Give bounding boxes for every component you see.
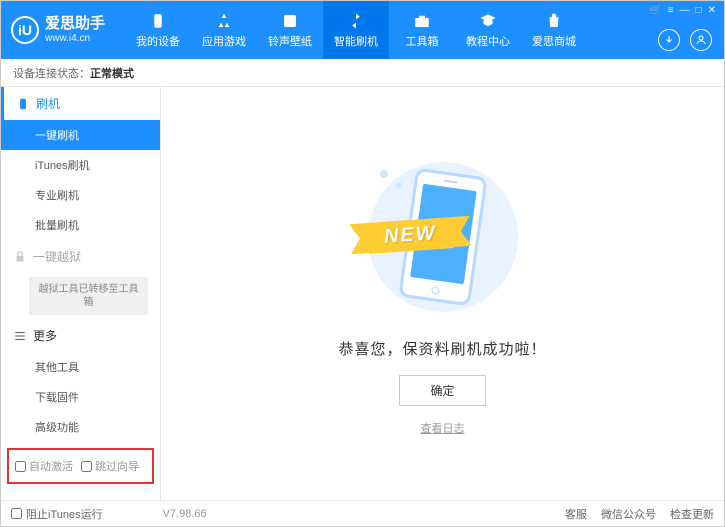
phone-icon xyxy=(11,498,21,500)
nav-store[interactable]: 爱思商城 xyxy=(521,1,587,59)
block-itunes-checkbox[interactable]: 阻止iTunes运行 xyxy=(11,506,103,522)
sidebar-item-other[interactable]: 其他工具 xyxy=(1,352,160,382)
sidebar-item-pro[interactable]: 专业刷机 xyxy=(1,180,160,210)
nav-my-device[interactable]: 我的设备 xyxy=(125,1,191,59)
close-icon[interactable]: ✕ xyxy=(708,5,716,16)
footer-links: 客服 微信公众号 检查更新 xyxy=(565,506,714,522)
auto-activate-checkbox[interactable]: 自动激活 xyxy=(15,458,73,474)
app-name: 爱思助手 xyxy=(45,16,105,33)
sidebar: 刷机 一键刷机 iTunes刷机 专业刷机 批量刷机 一键越狱 越狱工具已转移至… xyxy=(1,87,161,500)
toolbox-icon xyxy=(413,12,431,30)
maximize-icon[interactable]: □ xyxy=(696,5,702,16)
ok-button[interactable]: 确定 xyxy=(399,375,485,406)
device-name-text: iPhone 15 Pro Max xyxy=(25,499,119,500)
checkbox-label: 跳过向导 xyxy=(95,458,139,474)
sidebar-head-jailbreak[interactable]: 一键越狱 xyxy=(1,240,160,273)
sidebar-item-download[interactable]: 下载固件 xyxy=(1,382,160,412)
sidebar-head-label: 一键越狱 xyxy=(33,248,81,265)
footer-link-support[interactable]: 客服 xyxy=(565,506,587,522)
sidebar-head-label: 更多 xyxy=(33,327,57,344)
nav-label: 智能刷机 xyxy=(334,33,378,49)
nav-label: 铃声壁纸 xyxy=(268,33,312,49)
store-icon xyxy=(545,12,563,30)
user-button[interactable] xyxy=(690,29,712,51)
sidebar-item-oneclick[interactable]: 一键刷机 xyxy=(1,120,160,150)
sidebar-head-flash[interactable]: 刷机 xyxy=(1,87,160,120)
nav-ringtone[interactable]: 铃声壁纸 xyxy=(257,1,323,59)
skip-guide-checkbox[interactable]: 跳过向导 xyxy=(81,458,139,474)
top-nav: 我的设备 应用游戏 铃声壁纸 智能刷机 工具箱 教程中心 爱思商城 xyxy=(125,1,587,59)
sidebar-item-advanced[interactable]: 高级功能 xyxy=(1,412,160,442)
header-actions xyxy=(658,29,712,51)
tutorial-icon xyxy=(479,12,497,30)
lock-icon xyxy=(13,250,27,264)
checkbox-label: 阻止iTunes运行 xyxy=(26,506,103,522)
footer-link-update[interactable]: 检查更新 xyxy=(670,506,714,522)
view-log-link[interactable]: 查看日志 xyxy=(421,420,465,436)
sidebar-head-label: 刷机 xyxy=(36,95,60,112)
footer: 阻止iTunes运行 V7.98.66 客服 微信公众号 检查更新 xyxy=(1,500,724,526)
status-label: 设备连接状态： xyxy=(13,65,90,81)
new-ribbon: NEW xyxy=(367,217,454,254)
app-url: www.i4.cn xyxy=(45,33,105,44)
status-bar: 设备连接状态： 正常模式 xyxy=(1,59,724,87)
jailbreak-note: 越狱工具已转移至工具箱 xyxy=(29,277,148,315)
success-message: 恭喜您，保资料刷机成功啦！ xyxy=(338,338,546,359)
sidebar-item-batch[interactable]: 批量刷机 xyxy=(1,210,160,240)
sidebar-item-itunes[interactable]: iTunes刷机 xyxy=(1,150,160,180)
body: 刷机 一键刷机 iTunes刷机 专业刷机 批量刷机 一键越狱 越狱工具已转移至… xyxy=(1,87,724,500)
nav-label: 爱思商城 xyxy=(532,33,576,49)
nav-label: 应用游戏 xyxy=(202,33,246,49)
window-controls: 🛒 ≡ — □ ✕ xyxy=(649,5,716,16)
nav-label: 我的设备 xyxy=(136,33,180,49)
nav-tutorial[interactable]: 教程中心 xyxy=(455,1,521,59)
flash-icon xyxy=(347,12,365,30)
version-text: V7.98.66 xyxy=(163,508,207,520)
cart-icon[interactable]: 🛒 xyxy=(649,5,661,16)
flash-icon xyxy=(16,97,30,111)
logo-icon: iU xyxy=(11,16,39,44)
main-content: NEW 恭喜您，保资料刷机成功啦！ 确定 查看日志 xyxy=(161,87,724,500)
checkbox-label: 自动激活 xyxy=(29,458,73,474)
download-button[interactable] xyxy=(658,29,680,51)
minimize-icon[interactable]: — xyxy=(680,5,690,16)
list-icon xyxy=(13,329,27,343)
sidebar-options-highlight: 自动激活 跳过向导 xyxy=(7,448,154,484)
nav-label: 工具箱 xyxy=(406,33,439,49)
nav-label: 教程中心 xyxy=(466,33,510,49)
wallpaper-icon xyxy=(281,12,299,30)
status-value: 正常模式 xyxy=(90,65,134,81)
app-header: iU 爱思助手 www.i4.cn 我的设备 应用游戏 铃声壁纸 智能刷机 工具… xyxy=(1,1,724,59)
footer-link-wechat[interactable]: 微信公众号 xyxy=(601,506,656,522)
logo: iU 爱思助手 www.i4.cn xyxy=(11,16,105,44)
nav-flash[interactable]: 智能刷机 xyxy=(323,1,389,59)
sidebar-head-more[interactable]: 更多 xyxy=(1,319,160,352)
apps-icon xyxy=(215,12,233,30)
device-name: iPhone 15 Pro Max xyxy=(11,498,150,500)
nav-apps[interactable]: 应用游戏 xyxy=(191,1,257,59)
success-illustration: NEW xyxy=(358,152,528,322)
menu-icon[interactable]: ≡ xyxy=(668,5,674,16)
device-icon xyxy=(149,12,167,30)
device-info[interactable]: iPhone 15 Pro Max 512GB iPhone xyxy=(1,490,160,500)
nav-toolbox[interactable]: 工具箱 xyxy=(389,1,455,59)
